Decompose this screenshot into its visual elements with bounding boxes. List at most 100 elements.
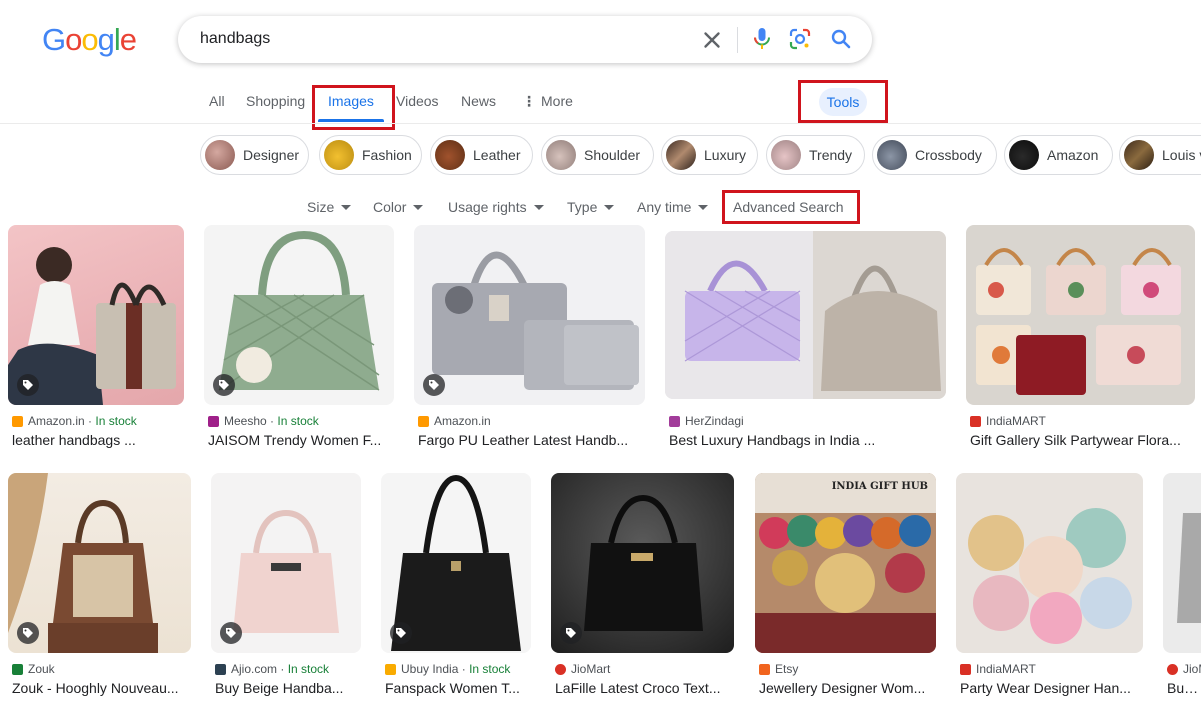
result-image[interactable] xyxy=(414,225,645,405)
chip-thumbnail xyxy=(1009,140,1039,170)
microphone-icon[interactable] xyxy=(750,26,774,52)
amazon-favicon-icon xyxy=(12,415,23,427)
source-name: IndiaMART xyxy=(986,414,1046,428)
result-source: JioMart xyxy=(555,662,610,676)
google-logo[interactable]: Google xyxy=(42,22,137,58)
chip-thumbnail xyxy=(877,140,907,170)
result-image[interactable] xyxy=(381,473,531,653)
tab-videos[interactable]: Videos xyxy=(396,93,439,109)
result-title[interactable]: Fargo PU Leather Latest Handb... xyxy=(418,432,645,448)
result-title[interactable]: Zouk - Hooghly Nouveau... xyxy=(12,680,191,696)
filter-type[interactable]: Type xyxy=(567,199,615,215)
jiomart-favicon-icon xyxy=(1167,663,1178,675)
chip-label: Leather xyxy=(473,147,521,163)
source-name: HerZindagi xyxy=(685,414,744,428)
chip-designer[interactable]: Designer xyxy=(200,135,309,175)
result-title[interactable]: Party Wear Designer Han... xyxy=(960,680,1143,696)
tab-images[interactable]: Images xyxy=(328,93,374,109)
ajio-favicon-icon xyxy=(215,663,226,675)
result-image[interactable] xyxy=(8,473,191,653)
result-image[interactable] xyxy=(1163,473,1201,653)
result-title[interactable]: LaFille Latest Croco Text... xyxy=(555,680,734,696)
chip-crossbody[interactable]: Crossbody xyxy=(872,135,997,175)
source-name: IndiaMART xyxy=(976,662,1036,676)
chip-amazon[interactable]: Amazon xyxy=(1004,135,1113,175)
result-title[interactable]: Gift Gallery Silk Partywear Flora... xyxy=(970,432,1195,448)
filter-usage-rights[interactable]: Usage rights xyxy=(448,199,544,215)
camera-lens-icon[interactable] xyxy=(788,27,812,51)
result-title[interactable]: Jewellery Designer Wom... xyxy=(759,680,936,696)
result-image[interactable]: INDIA GIFT HUB xyxy=(755,473,936,653)
chip-label: Fashion xyxy=(362,147,412,163)
caret-down-icon xyxy=(533,205,544,210)
result-title[interactable]: leather handbags ... xyxy=(12,432,184,448)
stock-status: In stock xyxy=(287,662,330,676)
tab-news[interactable]: News xyxy=(461,93,496,109)
source-name: Amazon.in xyxy=(434,414,491,428)
result-image-art xyxy=(665,231,946,399)
chip-label: Shoulder xyxy=(584,147,641,163)
filter-color[interactable]: Color xyxy=(373,199,424,215)
result-image-art xyxy=(1177,513,1201,623)
result-source: Meesho · In stock xyxy=(208,414,319,428)
caret-down-icon xyxy=(413,205,424,210)
result-image-art xyxy=(432,251,639,390)
stock-status: In stock xyxy=(469,662,511,676)
source-name: Etsy xyxy=(775,662,799,676)
result-image[interactable] xyxy=(956,473,1143,653)
chip-thumbnail xyxy=(324,140,354,170)
filter-size[interactable]: Size xyxy=(307,199,352,215)
ubuy-favicon-icon xyxy=(385,663,396,675)
chip-leather[interactable]: Leather xyxy=(430,135,533,175)
chip-label: Crossbody xyxy=(915,147,982,163)
result-image[interactable] xyxy=(8,225,184,405)
result-image-art xyxy=(968,508,1132,644)
tab-all[interactable]: All xyxy=(209,93,225,109)
result-title[interactable]: Buy Beige Handba... xyxy=(215,680,361,696)
header-divider xyxy=(0,123,1201,124)
stock-status: In stock xyxy=(95,414,137,428)
result-title[interactable]: Buy S xyxy=(1167,680,1201,696)
result-image[interactable] xyxy=(551,473,734,653)
result-title[interactable]: Fanspack Women T... xyxy=(385,680,531,696)
separator: · xyxy=(270,414,275,428)
filter-time[interactable]: Any time xyxy=(637,199,709,215)
search-icon[interactable] xyxy=(829,27,853,51)
tab-shopping[interactable]: Shopping xyxy=(246,93,305,109)
watermark-text: INDIA GIFT HUB xyxy=(831,481,928,492)
indiamart-favicon-icon xyxy=(970,415,981,427)
close-icon[interactable] xyxy=(699,27,725,53)
product-tag-icon xyxy=(220,622,242,644)
source-name: Amazon.in xyxy=(28,414,85,428)
result-image[interactable] xyxy=(211,473,361,653)
chip-label: Trendy xyxy=(809,147,853,163)
result-source: IndiaMART xyxy=(960,662,1036,676)
chip-fashion[interactable]: Fashion xyxy=(319,135,422,175)
product-tag-icon xyxy=(17,622,39,644)
result-image-art xyxy=(755,473,936,653)
chip-shoulder[interactable]: Shoulder xyxy=(541,135,654,175)
chip-louis-v[interactable]: Louis v xyxy=(1119,135,1201,175)
chip-trendy[interactable]: Trendy xyxy=(766,135,865,175)
chip-luxury[interactable]: Luxury xyxy=(661,135,758,175)
caret-down-icon xyxy=(341,205,352,210)
result-image[interactable] xyxy=(966,225,1195,405)
result-source: JioM xyxy=(1167,662,1201,676)
chip-thumbnail xyxy=(666,140,696,170)
separator: · xyxy=(280,662,285,676)
advanced-search-link[interactable]: Advanced Search xyxy=(733,199,844,215)
search-box[interactable]: handbags xyxy=(178,16,872,63)
filter-label: Type xyxy=(567,199,598,215)
result-title[interactable]: Best Luxury Handbags in India ... xyxy=(669,432,946,448)
search-input[interactable]: handbags xyxy=(200,30,270,48)
chip-thumbnail xyxy=(546,140,576,170)
tab-more[interactable]: ⋮ More xyxy=(522,93,573,110)
result-image[interactable] xyxy=(204,225,394,405)
logo-letter: g xyxy=(97,22,115,57)
tools-button[interactable]: Tools xyxy=(819,88,867,116)
result-image[interactable] xyxy=(665,231,946,399)
result-source: HerZindagi xyxy=(669,414,744,428)
caret-down-icon xyxy=(604,205,615,210)
result-title[interactable]: JAISOM Trendy Women F... xyxy=(208,432,394,448)
source-name: Ubuy India xyxy=(401,662,459,676)
